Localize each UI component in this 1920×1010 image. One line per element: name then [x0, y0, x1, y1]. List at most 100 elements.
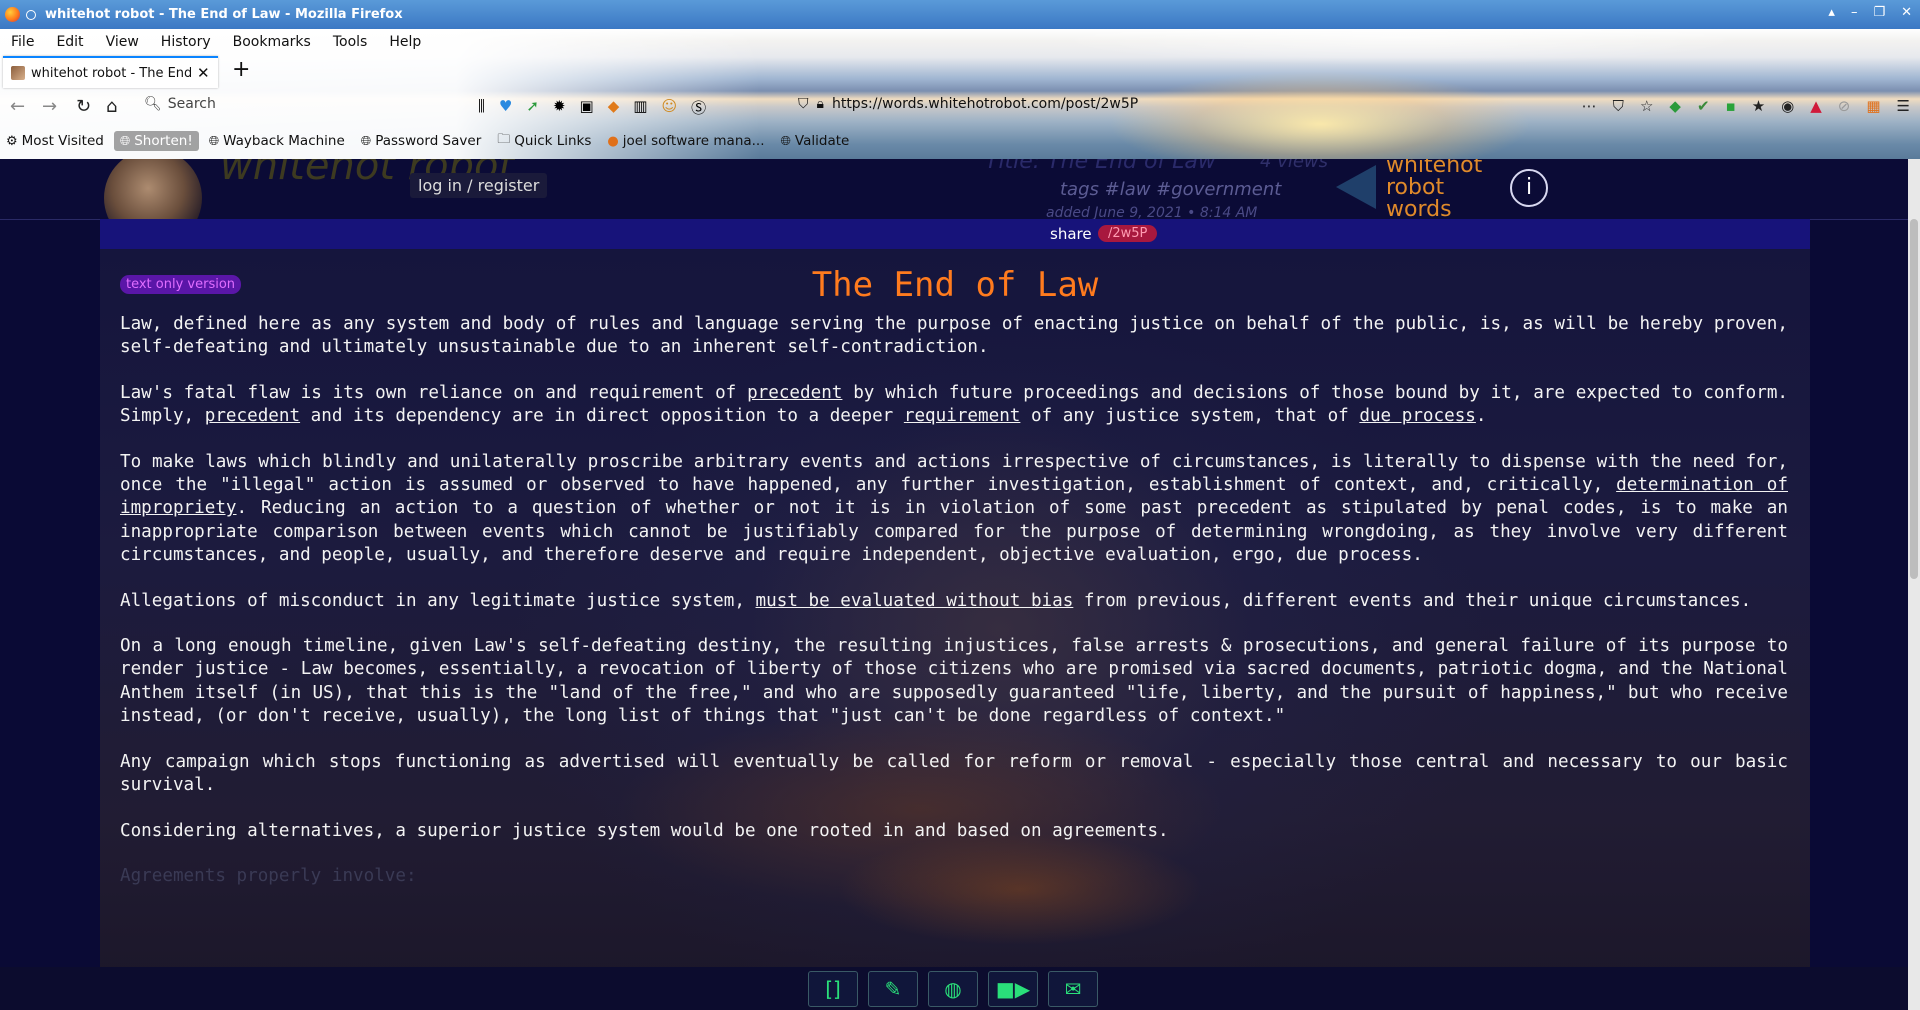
bookmarks-toolbar: ⚙ Most Visited 🌐︎ Shorten! 🌐︎ Wayback Machi…: [0, 126, 859, 156]
post-meta-title: Title: The End of Law: [985, 159, 1216, 174]
link-evaluated-without-bias[interactable]: must be evaluated without bias: [756, 591, 1074, 611]
bookmark-password-saver[interactable]: 🌐︎ Password Saver: [355, 131, 487, 151]
fox-extension-icon[interactable]: ◆: [608, 97, 620, 118]
bookmark-star-icon[interactable]: ☆: [1640, 97, 1653, 115]
menu-tools[interactable]: Tools: [322, 34, 379, 50]
globe-icon: 🌐︎: [780, 133, 791, 149]
share-label: share: [1050, 225, 1092, 243]
sidebar-icon[interactable]: ▣: [580, 97, 594, 118]
post-views: 4 views: [1260, 159, 1329, 172]
menu-history[interactable]: History: [150, 34, 222, 50]
site-header: whitehot robot log in / register Title: …: [0, 159, 1908, 247]
bookmark-validate[interactable]: 🌐︎ Validate: [775, 131, 856, 151]
menu-view[interactable]: View: [95, 34, 150, 50]
link-precedent-2[interactable]: precedent: [205, 406, 300, 426]
paragraph: Considering alternatives, a superior jus…: [120, 820, 1169, 841]
close-window-icon[interactable]: ✕: [1901, 5, 1912, 20]
pocket-icon[interactable]: ⛉: [1613, 97, 1624, 115]
search-icon: 🔍︎: [144, 96, 162, 112]
gear-icon: ⚙: [6, 133, 18, 149]
search-input[interactable]: 🔍︎ Search: [144, 96, 216, 112]
red-extension-icon[interactable]: ▲: [1810, 97, 1822, 115]
search-placeholder: Search: [167, 96, 216, 112]
menu-help[interactable]: Help: [378, 34, 432, 50]
url-bar[interactable]: ⛉ 🔒︎ https://words.whitehotrobot.com/pos…: [798, 96, 1138, 112]
paragraph: Law's fatal flaw is its own reliance on …: [120, 382, 1788, 427]
paragraph: To make laws which blindly and unilatera…: [120, 451, 1788, 566]
star-extension-icon[interactable]: ★: [1752, 97, 1765, 115]
heart-extension-icon[interactable]: ♥: [499, 97, 512, 118]
scrollbar-thumb[interactable]: [1910, 219, 1918, 579]
library-icon[interactable]: ⫼: [478, 97, 485, 118]
tab-strip: whitehot robot - The End of Law ✕ +: [0, 54, 1920, 88]
info-icon[interactable]: i: [1510, 169, 1548, 207]
restore-icon[interactable]: ❐: [1873, 5, 1885, 20]
url-text[interactable]: https://words.whitehotrobot.com/post/2w5…: [832, 96, 1138, 112]
link-requirement[interactable]: requirement: [904, 406, 1021, 426]
menubar: File Edit View History Bookmarks Tools H…: [0, 29, 432, 54]
bracket-icon[interactable]: []: [808, 971, 858, 1007]
folder-icon: 🗀: [497, 132, 511, 147]
menu-bookmarks[interactable]: Bookmarks: [222, 34, 322, 50]
back-arrow-icon[interactable]: ←: [10, 96, 25, 117]
bookmark-joel-software[interactable]: ● joel software mana...: [601, 131, 770, 151]
login-register-link[interactable]: log in / register: [410, 173, 548, 198]
green-extension-icon[interactable]: ◆: [1669, 97, 1681, 115]
site-favicon-icon: [11, 66, 25, 80]
globe-www-icon[interactable]: ◍: [928, 971, 978, 1007]
account-icon[interactable]: ◉: [1781, 97, 1794, 115]
bookmark-most-visited[interactable]: ⚙ Most Visited: [0, 131, 110, 151]
window-title: whitehot robot - The End of Law - Mozill…: [45, 7, 403, 22]
paragraph-faded: Agreements properly involve:: [120, 865, 417, 886]
article: text only version The End of Law Law, de…: [100, 249, 1810, 1010]
link-due-process[interactable]: due process: [1359, 406, 1476, 426]
hamburger-menu-icon[interactable]: ☰: [1897, 97, 1910, 115]
reload-icon[interactable]: ↻: [76, 96, 91, 117]
post-tags[interactable]: tags #law #government: [1060, 179, 1281, 200]
reader-icon[interactable]: ▥: [633, 97, 647, 118]
more-dots-icon[interactable]: ⋯: [1582, 97, 1597, 115]
share-code-badge[interactable]: /2w5P: [1098, 225, 1158, 242]
extension-icons: ⫼ ♥ ➚ ✹ ▣ ◆ ▥ ☺ Ⓢ: [478, 97, 706, 118]
link-precedent[interactable]: precedent: [747, 383, 842, 403]
lock-icon[interactable]: 🔒︎: [817, 96, 824, 112]
orange-extension-icon[interactable]: ▦: [1866, 97, 1880, 115]
mail-icon[interactable]: ✉: [1048, 971, 1098, 1007]
b-extension-icon[interactable]: ▪: [1726, 97, 1736, 115]
page-scrollbar[interactable]: [1908, 159, 1920, 1010]
globe-icon: 🌐︎: [360, 133, 372, 149]
forward-arrow-icon[interactable]: →: [42, 96, 57, 117]
globe-icon: 🌐︎: [119, 133, 131, 149]
brand-text: whitehot robot words: [1386, 159, 1483, 222]
menu-file[interactable]: File: [0, 34, 45, 50]
home-icon[interactable]: ⌂: [106, 96, 117, 117]
bookmark-shorten[interactable]: 🌐︎ Shorten!: [113, 131, 199, 151]
minimize-icon[interactable]: ▴: [1828, 5, 1835, 20]
maximize-icon[interactable]: –: [1851, 5, 1858, 20]
video-icon[interactable]: ■▶: [988, 971, 1038, 1007]
shield-icon[interactable]: ⛉: [798, 96, 809, 112]
paragraph: Law, defined here as any system and body…: [120, 314, 1788, 358]
pen-icon[interactable]: ✎: [868, 971, 918, 1007]
disabled-extension-icon[interactable]: ⊘: [1838, 97, 1851, 115]
share-bar: share /2w5P: [100, 219, 1810, 249]
browser-chrome: File Edit View History Bookmarks Tools H…: [0, 29, 1920, 159]
bookmark-quick-links[interactable]: 🗀 Quick Links: [491, 128, 597, 154]
paragraph: Any campaign which stops functioning as …: [120, 751, 1788, 796]
new-tab-icon[interactable]: +: [232, 57, 250, 82]
gear-extension-icon[interactable]: ✹: [553, 97, 566, 118]
s-extension-icon[interactable]: Ⓢ: [691, 97, 706, 118]
paragraph: Allegations of misconduct in any legitim…: [120, 590, 1752, 611]
navigation-toolbar: ← → ↻ ⌂ 🔍︎ Search ⫼ ♥ ➚ ✹ ▣ ◆ ▥ ☺ Ⓢ ⛉ 🔒︎…: [0, 88, 1920, 126]
emoji-extension-icon[interactable]: ☺: [661, 97, 677, 118]
triangle-logo-icon: [1336, 165, 1376, 209]
bottom-dock: [] ✎ ◍ ■▶ ✉: [0, 967, 1908, 1010]
green-arrow-extension-icon[interactable]: ➚: [526, 97, 539, 118]
globe-icon: 🌐︎: [208, 133, 220, 149]
bookmark-wayback-machine[interactable]: 🌐︎ Wayback Machine: [203, 131, 351, 151]
firefox-logo-icon: [5, 7, 20, 22]
close-tab-icon[interactable]: ✕: [197, 64, 210, 82]
check-extension-icon[interactable]: ✔: [1697, 97, 1710, 115]
tab-active[interactable]: whitehot robot - The End of Law ✕: [3, 56, 218, 88]
menu-edit[interactable]: Edit: [45, 34, 94, 50]
